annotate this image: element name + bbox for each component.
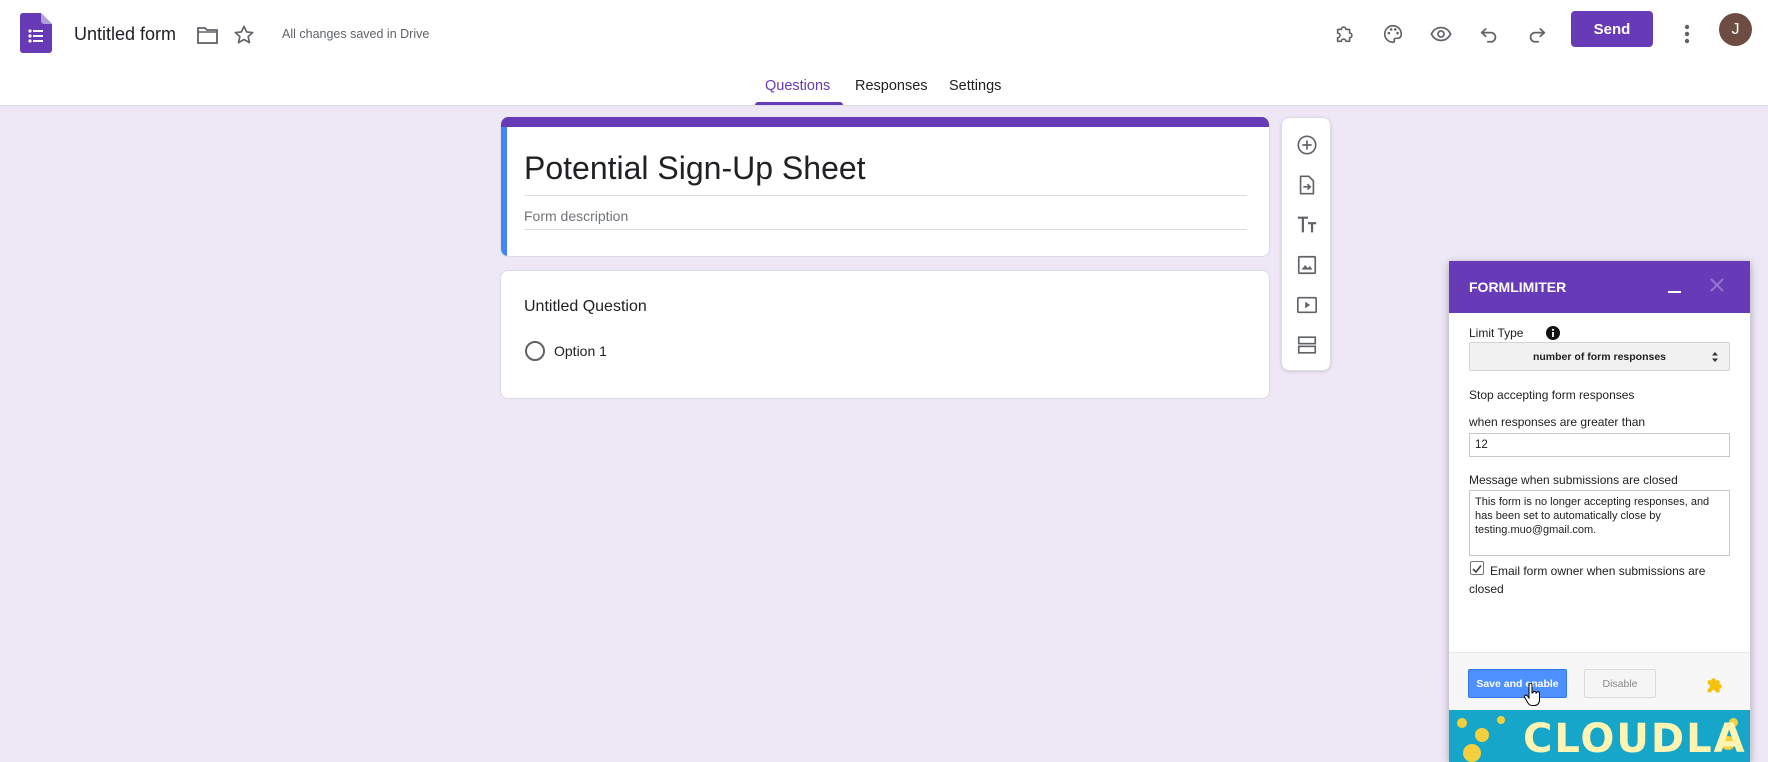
decor-dot: [1475, 728, 1489, 742]
hand-cursor-icon: [1523, 683, 1540, 706]
add-title-icon[interactable]: [1295, 213, 1319, 237]
tab-settings[interactable]: Settings: [949, 78, 1001, 94]
import-questions-icon[interactable]: [1295, 173, 1319, 197]
minimize-icon[interactable]: [1662, 275, 1686, 299]
preview-eye-icon[interactable]: [1421, 14, 1461, 54]
radio-button[interactable]: [525, 341, 545, 361]
stop-accepting-label: Stop accepting form responses: [1469, 388, 1635, 402]
form-title-card[interactable]: Potential Sign-Up Sheet Form description: [500, 117, 1270, 257]
palette-icon[interactable]: [1373, 14, 1413, 54]
divider: [524, 229, 1247, 230]
add-section-icon[interactable]: [1295, 333, 1319, 357]
tab-questions[interactable]: Questions: [765, 78, 830, 94]
top-bar: Untitled form All changes saved in Drive…: [0, 0, 1768, 106]
limit-type-value: number of form responses: [1532, 350, 1667, 363]
decor-dot: [1457, 718, 1467, 728]
limit-type-label: Limit Type: [1469, 326, 1524, 340]
email-owner-label[interactable]: Email form owner when submissions are cl…: [1469, 562, 1730, 598]
undo-icon[interactable]: [1469, 14, 1509, 54]
divider: [524, 195, 1247, 196]
cloudlab-logo-text: CLOUDLAB: [1523, 716, 1750, 762]
close-icon[interactable]: [1705, 273, 1729, 297]
email-owner-checkbox[interactable]: [1470, 561, 1484, 575]
option-label[interactable]: Option 1: [554, 343, 607, 359]
tab-bar: Questions Responses Settings: [0, 74, 1768, 106]
formlimiter-panel: FORMLIMITER Limit Type number of form re…: [1449, 261, 1750, 762]
info-icon[interactable]: [1546, 326, 1560, 340]
question-card[interactable]: Untitled Question Option 1: [500, 270, 1270, 399]
cloudlab-banner: CLOUDLAB: [1449, 710, 1750, 762]
decor-dot: [1463, 744, 1481, 762]
panel-header: FORMLIMITER: [1449, 261, 1750, 313]
panel-title: FORMLIMITER: [1469, 279, 1567, 295]
document-title[interactable]: Untitled form: [74, 24, 176, 45]
select-arrows-icon: [1712, 352, 1718, 362]
more-options-icon[interactable]: [1667, 14, 1707, 54]
checkmark-icon: [1472, 565, 1482, 574]
when-responses-label: when responses are greater than: [1469, 415, 1646, 429]
add-image-icon[interactable]: [1295, 253, 1319, 277]
response-limit-input[interactable]: 12: [1469, 433, 1730, 457]
add-video-icon[interactable]: [1295, 293, 1319, 317]
send-button[interactable]: Send: [1571, 11, 1653, 47]
active-card-indicator: [501, 127, 507, 256]
active-tab-indicator: [755, 102, 843, 105]
folder-icon[interactable]: [196, 23, 220, 47]
title-card-accent: [501, 117, 1269, 127]
addon-puzzle-icon[interactable]: [1704, 674, 1726, 696]
avatar[interactable]: J: [1719, 13, 1752, 46]
save-status: All changes saved in Drive: [282, 27, 430, 41]
add-question-icon[interactable]: [1295, 133, 1319, 157]
question-title[interactable]: Untitled Question: [524, 298, 647, 316]
form-title[interactable]: Potential Sign-Up Sheet: [524, 150, 866, 187]
form-description-field[interactable]: Form description: [524, 208, 628, 224]
closed-message-textarea[interactable]: This form is no longer accepting respons…: [1469, 490, 1730, 556]
floating-toolbar: [1281, 117, 1331, 371]
google-forms-logo-icon[interactable]: [20, 13, 52, 53]
save-and-enable-button[interactable]: Save and enable: [1468, 669, 1567, 698]
addons-icon[interactable]: [1325, 14, 1365, 54]
tab-responses[interactable]: Responses: [855, 78, 928, 94]
panel-footer: Save and enable Disable: [1449, 652, 1750, 710]
redo-icon[interactable]: [1517, 14, 1557, 54]
decor-dot: [1497, 716, 1505, 724]
star-icon[interactable]: [232, 23, 256, 47]
closed-message-label: Message when submissions are closed: [1469, 473, 1678, 487]
limit-type-select[interactable]: number of form responses: [1469, 342, 1730, 371]
disable-button[interactable]: Disable: [1584, 669, 1656, 698]
